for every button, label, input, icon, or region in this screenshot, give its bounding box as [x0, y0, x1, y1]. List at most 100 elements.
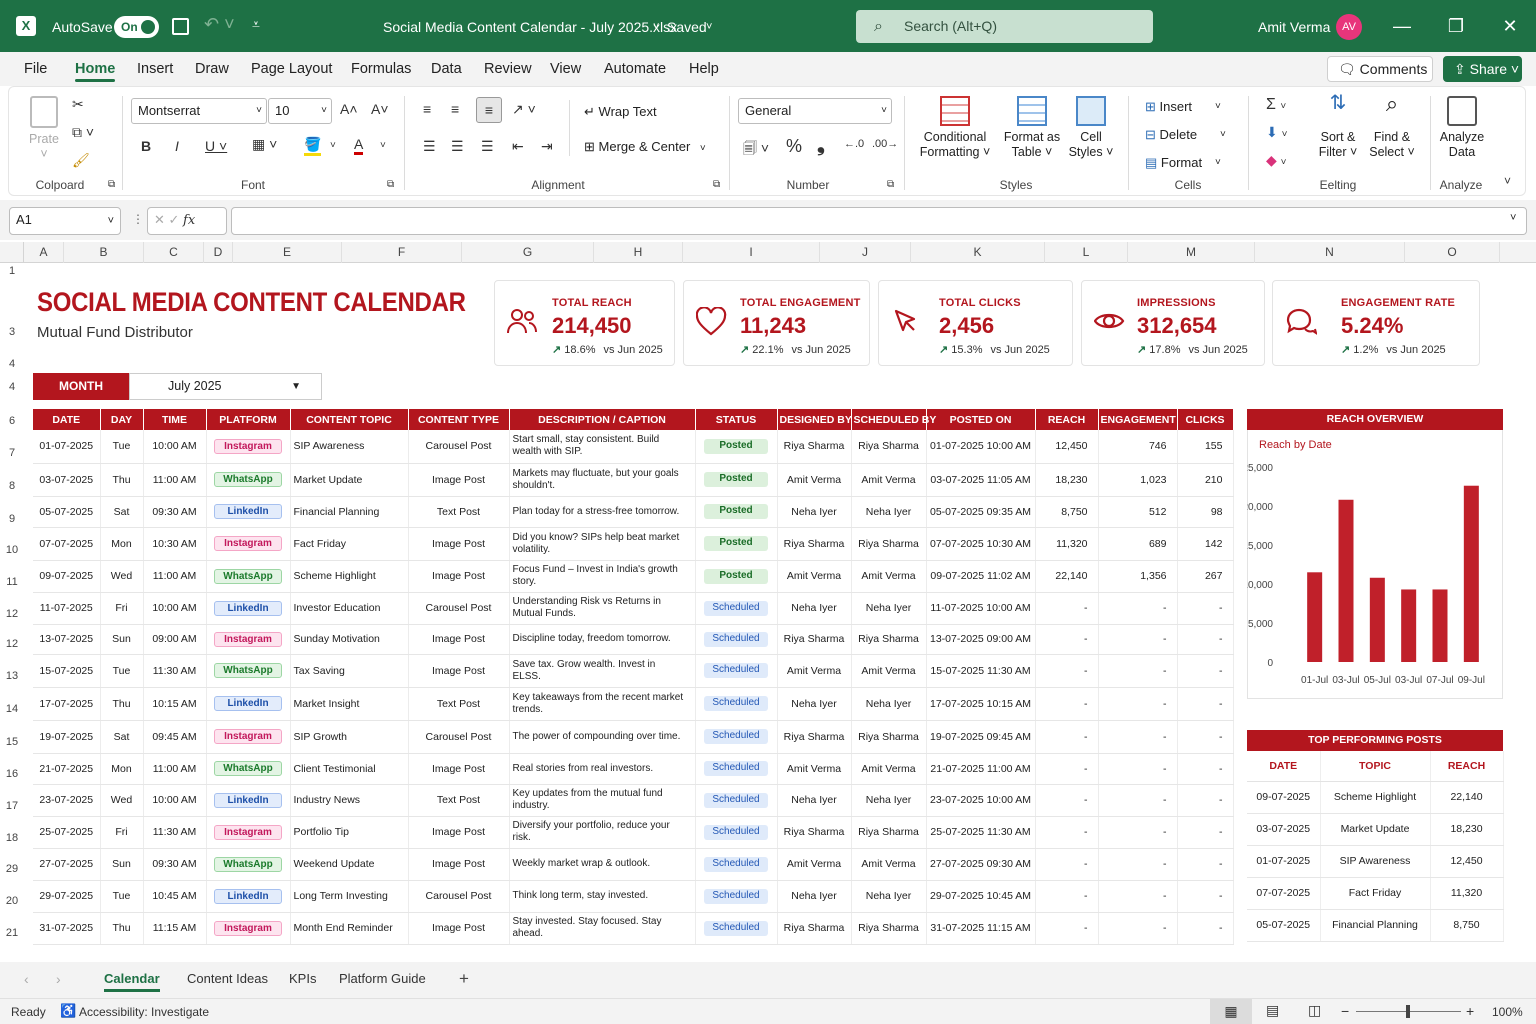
table-row[interactable]: 29-07-2025 Tue 10:45 AM LinkedIn Long Term I…: [33, 880, 1234, 913]
table-cell[interactable]: 01-07-2025 10:00 AM: [926, 430, 1036, 464]
number-format-select[interactable]: General ˅: [738, 98, 892, 124]
column-heading[interactable]: SCHEDULED BY: [851, 409, 936, 430]
table-cell[interactable]: 8,750: [1430, 909, 1504, 942]
table-cell[interactable]: Tue: [100, 430, 144, 464]
column-header[interactable]: F: [342, 242, 462, 263]
table-cell[interactable]: 155: [1177, 430, 1234, 464]
table-cell[interactable]: Wed: [100, 560, 144, 593]
table-cell[interactable]: Neha Iyer: [851, 687, 927, 721]
table-cell[interactable]: -: [1035, 848, 1099, 881]
menu-data[interactable]: Data: [431, 52, 462, 86]
table-cell[interactable]: Scheduled: [695, 912, 778, 945]
table-cell[interactable]: 19-07-2025 09:45 AM: [926, 720, 1036, 754]
zoom-slider-thumb[interactable]: [1406, 1005, 1410, 1018]
table-cell[interactable]: Scheduled: [695, 624, 778, 655]
row-header[interactable]: 7: [0, 447, 24, 459]
column-header[interactable]: C: [144, 242, 204, 263]
add-sheet-icon[interactable]: +: [459, 969, 469, 989]
table-cell[interactable]: -: [1177, 848, 1234, 881]
table-cell[interactable]: 8,750: [1035, 496, 1099, 528]
table-cell[interactable]: Client Testimonial: [290, 753, 409, 785]
font-color-chevron-icon[interactable]: ˅: [380, 140, 386, 151]
table-cell[interactable]: 01-07-2025: [1247, 845, 1321, 878]
table-cell[interactable]: -: [1098, 880, 1178, 913]
file-name-chevron-icon[interactable]: ˅: [653, 0, 659, 52]
table-cell[interactable]: 09-07-2025: [33, 560, 101, 593]
scroll-right-icon[interactable]: ›: [56, 971, 61, 987]
table-cell[interactable]: 11:30 AM: [143, 654, 207, 688]
table-row[interactable]: 05-07-2025 Sat 09:30 AM LinkedIn Financial P…: [33, 496, 1234, 528]
table-cell[interactable]: 05-07-2025: [1247, 909, 1321, 942]
accessibility-status[interactable]: Accessibility: Investigate: [79, 1005, 209, 1019]
chart-bar[interactable]: [1307, 572, 1323, 662]
row-header[interactable]: 10: [0, 544, 24, 556]
percent-icon[interactable]: %: [786, 136, 802, 157]
table-cell[interactable]: Text Post: [408, 687, 510, 721]
borders-icon[interactable]: ▦ ˅: [252, 136, 277, 153]
table-cell[interactable]: 09:00 AM: [143, 624, 207, 655]
decrease-font-icon[interactable]: A˅: [371, 101, 389, 117]
table-cell[interactable]: 10:00 AM: [143, 592, 207, 625]
table-cell[interactable]: Amit Verma: [851, 848, 927, 881]
scroll-left-icon[interactable]: ‹: [24, 971, 29, 987]
table-cell[interactable]: Riya Sharma: [777, 527, 852, 561]
table-cell[interactable]: Neha Iyer: [777, 592, 852, 625]
chart-bar[interactable]: [1401, 589, 1417, 662]
cell-styles-button[interactable]: Cell Styles ˅: [1068, 96, 1114, 160]
table-cell[interactable]: 07-07-2025: [1247, 877, 1321, 910]
table-cell[interactable]: 11:00 AM: [143, 463, 207, 497]
increase-decimal-icon[interactable]: ←.0: [844, 138, 864, 150]
table-cell[interactable]: 11-07-2025: [33, 592, 101, 625]
table-cell[interactable]: 210: [1177, 463, 1234, 497]
select-all-corner[interactable]: [0, 242, 24, 263]
table-cell[interactable]: 267: [1177, 560, 1234, 593]
table-cell[interactable]: Scheduled: [695, 592, 778, 625]
column-header[interactable]: H: [594, 242, 683, 263]
table-cell[interactable]: Financial Planning: [1320, 909, 1431, 942]
saved-chevron-icon[interactable]: ˅: [706, 0, 712, 52]
table-cell[interactable]: Riya Sharma: [777, 816, 852, 849]
table-cell[interactable]: 11,320: [1035, 527, 1099, 561]
table-row[interactable]: 17-07-2025 Thu 10:15 AM LinkedIn Market Insi…: [33, 687, 1234, 721]
share-button[interactable]: ⇪ Share ˅: [1443, 56, 1522, 82]
copy-icon[interactable]: ⧉ ˅: [72, 124, 94, 141]
table-cell[interactable]: Market Update: [1320, 813, 1431, 846]
table-cell[interactable]: Think long term, stay invested.: [509, 880, 696, 913]
table-cell[interactable]: Mon: [100, 753, 144, 785]
row-header[interactable]: 16: [0, 768, 24, 780]
table-cell[interactable]: Posted: [695, 496, 778, 528]
table-cell[interactable]: Market Insight: [290, 687, 409, 721]
clipboard-launcher-icon[interactable]: ⧉: [108, 179, 115, 190]
increase-indent-icon[interactable]: ⇥: [541, 138, 553, 155]
menu-draw[interactable]: Draw: [195, 52, 229, 86]
orientation-icon[interactable]: ↗ ˅: [512, 101, 536, 118]
align-center-icon[interactable]: ☰: [451, 138, 464, 155]
column-heading[interactable]: CLICKS: [1177, 409, 1234, 430]
table-cell[interactable]: Scheduled: [695, 816, 778, 849]
table-cell[interactable]: Amit Verma: [777, 848, 852, 881]
table-cell[interactable]: LinkedIn: [206, 784, 291, 817]
table-cell[interactable]: 11:15 AM: [143, 912, 207, 945]
table-cell[interactable]: WhatsApp: [206, 560, 291, 593]
table-cell[interactable]: Fri: [100, 592, 144, 625]
table-cell[interactable]: -: [1098, 720, 1178, 754]
table-cell[interactable]: Neha Iyer: [777, 496, 852, 528]
page-layout-view-icon[interactable]: ▤: [1266, 1002, 1279, 1019]
column-header[interactable]: N: [1255, 242, 1405, 263]
table-row[interactable]: 25-07-2025 Fri 11:30 AM Instagram Portfolio …: [33, 816, 1234, 849]
autosum-icon[interactable]: Σ ˅: [1266, 96, 1286, 114]
row-header[interactable]: 12: [0, 608, 24, 620]
table-cell[interactable]: Thu: [100, 687, 144, 721]
table-cell[interactable]: WhatsApp: [206, 463, 291, 497]
table-cell[interactable]: Real stories from real investors.: [509, 753, 696, 785]
table-row[interactable]: 01-07-2025 SIP Awareness 12,450: [1247, 845, 1504, 878]
table-cell[interactable]: Image Post: [408, 753, 510, 785]
column-header[interactable]: J: [820, 242, 911, 263]
row-header[interactable]: 8: [0, 480, 24, 492]
table-cell[interactable]: Tue: [100, 880, 144, 913]
table-cell[interactable]: Instagram: [206, 816, 291, 849]
table-cell[interactable]: Image Post: [408, 624, 510, 655]
table-cell[interactable]: 1,023: [1098, 463, 1178, 497]
table-cell[interactable]: 09-07-2025: [1247, 781, 1321, 814]
wrap-text-button[interactable]: ↵ Wrap Text: [584, 104, 657, 119]
